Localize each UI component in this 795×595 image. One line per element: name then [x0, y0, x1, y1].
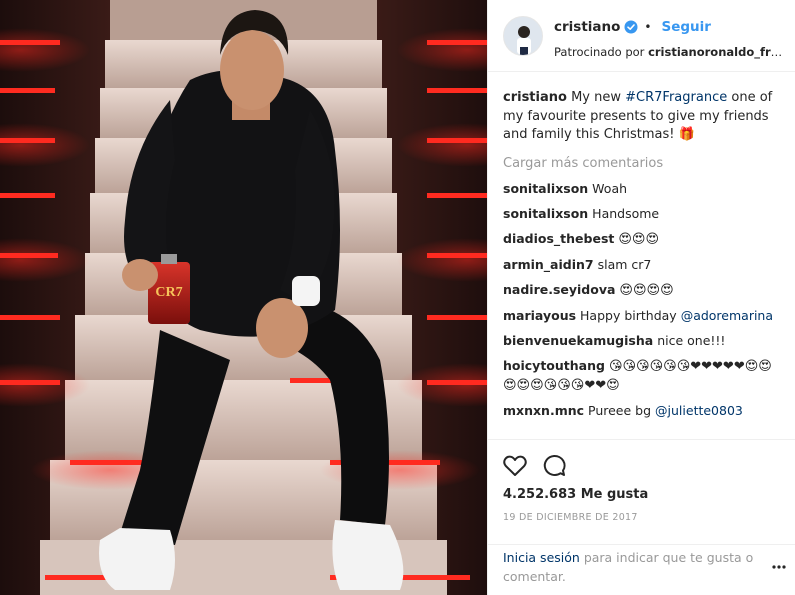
load-more-comments-button[interactable]: Cargar más comentarios: [503, 155, 783, 173]
post-caption: cristiano My new #CR7Fragrance one of my…: [503, 89, 783, 145]
comment-item: sonitalixson Woah: [503, 180, 783, 198]
avatar-image: [504, 17, 542, 55]
comment-text: nice one!!!: [657, 332, 726, 348]
comment-username[interactable]: mxnxn.mnc: [503, 403, 584, 418]
comment-item: hoicytouthang 😘😘😘😘😘😘❤❤❤❤❤😍😍😍😍😍😘😘😘❤❤😍: [503, 357, 783, 395]
caption-username[interactable]: cristiano: [503, 90, 567, 105]
comment-text: 😍😍😍: [618, 231, 660, 247]
comment-item: diadios_thebest 😍😍😍: [503, 230, 783, 249]
heart-outline-icon[interactable]: [502, 453, 528, 479]
likes-count[interactable]: 4.252.683 Me gusta: [503, 487, 648, 502]
comment-text: slam cr7: [597, 256, 652, 272]
login-link[interactable]: Inicia sesión: [503, 550, 580, 565]
gift-emoji-icon: 🎁: [678, 127, 695, 142]
comment-item: bienvenuekamugisha nice one!!!: [503, 332, 783, 350]
separator-dot: •: [644, 20, 652, 34]
login-text: Inicia sesión para indicar que te gusta …: [503, 548, 758, 586]
comment-item: mariayous Happy birthday @adoremarina: [503, 307, 783, 325]
post-date: 19 DE DICIEMBRE DE 2017: [503, 512, 638, 523]
comment-item: armin_aidin7 slam cr7: [503, 256, 783, 274]
caption-text-before: My new: [571, 90, 622, 105]
comment-bubble-icon[interactable]: [541, 453, 567, 479]
comment-text: Happy birthday: [580, 307, 677, 323]
comment-username[interactable]: nadire.seyidova: [503, 282, 615, 297]
avatar[interactable]: [503, 16, 543, 56]
comment-item: mxnxn.mnc Pureee bg @juliette0803: [503, 402, 783, 420]
comment-text: 😍😍😍😍: [619, 282, 674, 298]
comment-username[interactable]: armin_aidin7: [503, 257, 594, 272]
comment-mention[interactable]: @adoremarina: [681, 308, 773, 323]
post-username[interactable]: cristiano: [554, 19, 620, 35]
post-image: CR7: [0, 0, 487, 595]
comments-section: cristiano My new #CR7Fragrance one of my…: [503, 89, 783, 439]
comment-username[interactable]: sonitalixson: [503, 206, 588, 221]
verified-badge-icon: [624, 20, 638, 34]
comment-text: Woah: [592, 180, 628, 196]
comment-username[interactable]: mariayous: [503, 308, 576, 323]
username-row: cristiano • Seguir: [554, 19, 711, 35]
sponsored-line: Patrocinado por cristianoronaldo_fragran…: [554, 45, 786, 59]
comment-username[interactable]: diadios_thebest: [503, 231, 614, 246]
login-prompt: Inicia sesión para indicar que te gusta …: [488, 544, 795, 595]
comment-text: Handsome: [592, 205, 660, 221]
comment-item: sonitalixson Handsome: [503, 205, 783, 223]
instagram-post: CR7 cristiano • Seguir Patrocinado por c…: [0, 0, 795, 595]
sponsored-prefix: Patrocinado por: [554, 45, 645, 59]
post-actions: 4.252.683 Me gusta 19 DE DICIEMBRE DE 20…: [488, 439, 795, 544]
bottle-brand-text: CR7: [155, 285, 182, 300]
comment-username[interactable]: hoicytouthang: [503, 358, 605, 373]
more-options-icon[interactable]: [772, 560, 786, 569]
comment-mention[interactable]: @juliette0803: [655, 403, 743, 418]
post-header: cristiano • Seguir Patrocinado por crist…: [488, 0, 795, 72]
follow-button[interactable]: Seguir: [661, 19, 710, 35]
caption-hashtag[interactable]: #CR7Fragrance: [625, 90, 727, 105]
comment-username[interactable]: sonitalixson: [503, 181, 588, 196]
comment-username[interactable]: bienvenuekamugisha: [503, 333, 653, 348]
post-side-panel: cristiano • Seguir Patrocinado por crist…: [487, 0, 795, 595]
comment-text: Pureee bg: [588, 402, 652, 418]
post-photo[interactable]: CR7: [0, 0, 487, 595]
sponsor-link[interactable]: cristianoronaldo_fragrances: [648, 45, 786, 59]
comment-item: nadire.seyidova 😍😍😍😍: [503, 281, 783, 300]
